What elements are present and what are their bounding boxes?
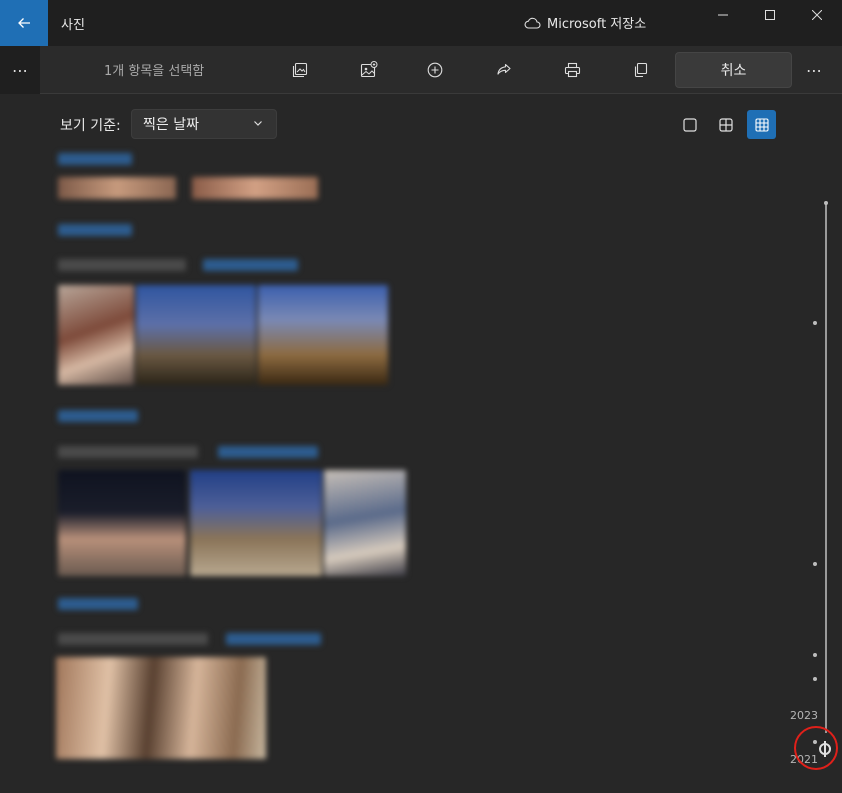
timeline-marker[interactable]	[813, 562, 817, 566]
print-button[interactable]	[559, 58, 585, 82]
timeline-marker[interactable]	[813, 653, 817, 657]
store-label: Microsoft 저장소	[547, 17, 647, 32]
timeline-track[interactable]	[825, 203, 827, 733]
photo-thumbnail[interactable]	[190, 470, 322, 576]
create-button[interactable]	[287, 58, 313, 82]
photo-thumbnail[interactable]	[58, 285, 134, 385]
photo-stack-icon	[292, 62, 308, 78]
title-bar: 사진 Microsoft 저장소	[0, 0, 842, 46]
selection-count: 1개 항목을 선택함	[104, 64, 205, 79]
view-large-toggle[interactable]	[675, 110, 704, 139]
subgroup-location-blurred	[226, 633, 321, 645]
photo-thumbnail[interactable]	[56, 657, 266, 759]
nav-more-button[interactable]: ⋯	[0, 46, 40, 94]
timeline-marker[interactable]	[824, 201, 828, 205]
close-button[interactable]	[794, 0, 840, 30]
minimize-button[interactable]	[700, 0, 746, 30]
group-date-blurred	[58, 598, 138, 610]
edit-button[interactable]	[356, 58, 382, 82]
grid-nine-icon	[754, 117, 769, 132]
more-options-button[interactable]: ⋯	[800, 56, 828, 84]
subgroup-location-blurred	[203, 259, 298, 271]
copy-icon	[634, 62, 648, 78]
view-small-toggle[interactable]	[747, 110, 776, 139]
photo-thumbnail[interactable]	[324, 470, 406, 576]
printer-icon	[564, 62, 580, 78]
photo-thumbnail[interactable]	[58, 470, 186, 576]
share-button[interactable]	[491, 58, 517, 82]
cloud-icon	[524, 17, 541, 29]
minimize-icon	[718, 14, 728, 16]
back-arrow-icon	[18, 18, 30, 28]
subgroup-date-blurred	[58, 259, 186, 271]
back-button[interactable]	[0, 0, 48, 46]
timeline-marker[interactable]	[813, 321, 817, 325]
group-date-blurred	[58, 153, 132, 165]
copy-button[interactable]	[627, 58, 653, 82]
photo-thumbnail[interactable]	[192, 177, 318, 199]
timeline-marker[interactable]	[813, 677, 817, 681]
single-square-icon	[682, 117, 697, 132]
add-circle-icon	[427, 62, 443, 78]
grid-four-icon	[718, 117, 733, 132]
app-title: 사진	[61, 18, 85, 33]
photo-edit-icon	[360, 61, 378, 78]
chevron-down-icon	[254, 121, 262, 126]
microsoft-store-link[interactable]: Microsoft 저장소	[524, 13, 646, 32]
maximize-icon	[765, 10, 775, 20]
view-by-label: 보기 기준:	[60, 118, 121, 134]
subgroup-date-blurred	[58, 633, 208, 645]
maximize-button[interactable]	[747, 0, 793, 30]
photo-thumbnail[interactable]	[136, 285, 256, 385]
close-icon	[812, 10, 822, 20]
view-medium-toggle[interactable]	[711, 110, 740, 139]
group-date-blurred	[58, 410, 138, 422]
subgroup-location-blurred	[218, 446, 318, 458]
photo-thumbnail[interactable]	[258, 285, 388, 385]
annotation-highlight-circle	[794, 726, 838, 770]
cancel-button[interactable]: 취소	[675, 52, 792, 88]
photo-thumbnail[interactable]	[58, 177, 176, 199]
share-icon	[497, 63, 511, 75]
add-to-button[interactable]	[422, 58, 448, 82]
selection-toolbar: ⋯ 1개 항목을 선택함 취소 ⋯	[0, 46, 842, 94]
subgroup-date-blurred	[58, 446, 198, 458]
timeline-year-label: 2023	[790, 709, 818, 722]
view-by-selected-value: 찍은 날짜	[143, 117, 199, 133]
group-date-blurred	[58, 224, 132, 236]
view-by-dropdown[interactable]: 찍은 날짜	[131, 109, 277, 139]
